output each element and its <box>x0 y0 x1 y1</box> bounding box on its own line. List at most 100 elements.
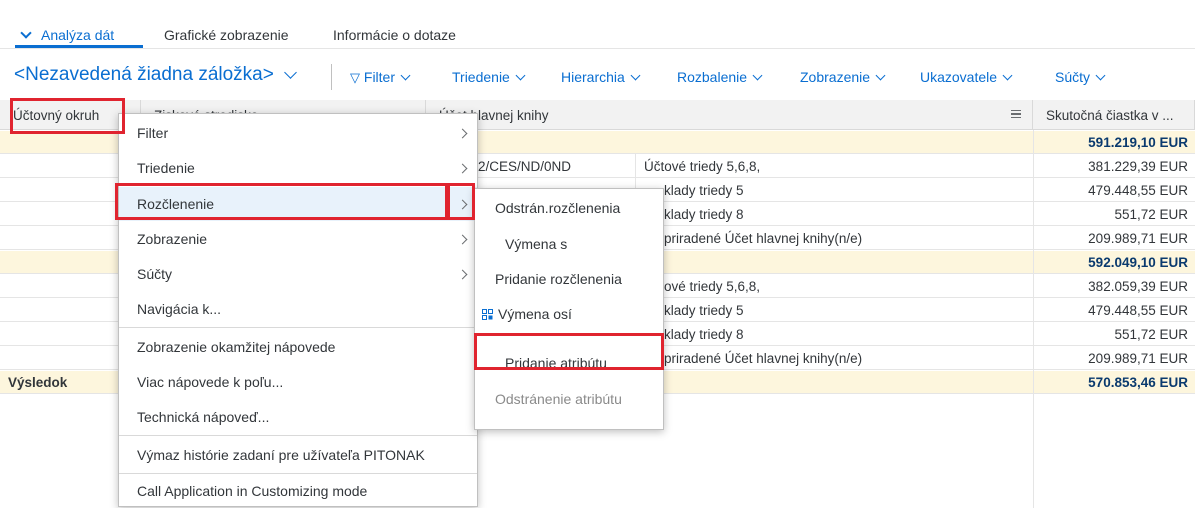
menu-item-label: Výmaz histórie zadaní pre užívateľa PITO… <box>137 447 425 463</box>
column-divider <box>1033 130 1034 508</box>
chevron-down-icon <box>630 70 641 81</box>
cell-gl-account: klady triedy 8 <box>664 327 744 342</box>
menu-item-label: Rozčlenenie <box>137 196 215 212</box>
display-menu-button[interactable]: Zobrazenie <box>800 69 886 85</box>
toolbar-separator <box>331 64 332 90</box>
menu-item-filter[interactable]: Filter <box>119 116 477 150</box>
cell-profit-center: 2/CES/ND/0ND <box>478 159 572 174</box>
swap-axes-icon <box>482 309 493 320</box>
chevron-down-icon <box>283 66 297 79</box>
menu-item-technical-help[interactable]: Technická nápoveď... <box>119 400 477 434</box>
drilldown-submenu: Odstrán.rozčlenenia Výmena s Pridanie ro… <box>474 188 664 430</box>
submenu-item-remove-drilldown[interactable]: Odstrán.rozčlenenia <box>475 191 663 225</box>
expand-label: Rozbalenie <box>677 69 748 85</box>
totals-label: Súčty <box>1055 69 1091 85</box>
menu-item-clear-history[interactable]: Výmaz histórie zadaní pre užívateľa PITO… <box>119 438 477 472</box>
sort-menu-button[interactable]: Triedenie <box>452 69 526 85</box>
cell-gl-account: Účtové triedy 5,6,8, <box>644 159 761 174</box>
cell-gl-account: klady triedy 5 <box>664 303 744 318</box>
tab-query-info[interactable]: Informácie o dotaze <box>333 27 456 43</box>
cell-amount: 479.448,55 EUR <box>1088 303 1188 318</box>
cell-gl-account: priradené Účet hlavnej knihy(n/e) <box>664 351 863 366</box>
chevron-down-icon <box>1095 70 1106 81</box>
tab-label: Grafické zobrazenie <box>164 27 289 43</box>
sort-icon[interactable] <box>1011 110 1021 118</box>
chevron-down-icon <box>1002 70 1013 81</box>
chevron-right-icon <box>457 269 468 280</box>
cell-amount: 551,72 EUR <box>1114 207 1188 222</box>
submenu-item-label: Pridanie atribútu <box>505 355 607 371</box>
menu-item-totals[interactable]: Súčty <box>119 257 477 291</box>
submenu-item-label: Odstrán.rozčlenenia <box>495 200 621 216</box>
filter-icon: ▽ <box>350 70 360 85</box>
menu-item-label: Zobrazenie okamžitej nápovede <box>137 339 336 355</box>
submenu-item-label: Pridanie rozčlenenia <box>495 271 622 287</box>
menu-item-label: Triedenie <box>137 160 195 176</box>
submenu-item-add-attribute[interactable]: Pridanie atribútu <box>475 346 663 380</box>
header-label: Skutočná čiastka v ... <box>1046 108 1174 123</box>
tab-divider <box>0 48 1195 49</box>
tab-graphical-view[interactable]: Grafické zobrazenie <box>164 27 289 43</box>
menu-item-sort[interactable]: Triedenie <box>119 151 477 185</box>
menu-item-drilldown[interactable]: Rozčlenenie <box>119 187 477 221</box>
cell-amount: 592.049,10 EUR <box>1088 255 1188 270</box>
chevron-right-icon <box>457 128 468 139</box>
menu-item-label: Zobrazenie <box>137 231 208 247</box>
totals-menu-button[interactable]: Súčty <box>1055 69 1106 85</box>
cell-amount: 209.989,71 EUR <box>1088 351 1188 366</box>
cell-result-label: Výsledok <box>8 375 68 390</box>
measures-label: Ukazovatele <box>920 69 998 85</box>
tab-label: Analýza dát <box>41 27 115 43</box>
chevron-right-icon <box>457 199 468 210</box>
menu-separator <box>119 435 477 436</box>
chevron-right-icon <box>457 234 468 245</box>
menu-item-label: Súčty <box>137 266 173 282</box>
submenu-item-label: Výmena s <box>505 236 568 252</box>
submenu-item-swap-with[interactable]: Výmena s <box>475 227 663 261</box>
tab-data-analysis[interactable]: Analýza dát <box>20 27 115 43</box>
submenu-item-label: Výmena osí <box>498 306 572 322</box>
menu-item-label: Navigácia k... <box>137 301 222 317</box>
toolbar: <Nezavedená žiadna záložka> ▽ Filter Tri… <box>0 60 1195 92</box>
bookmark-label: <Nezavedená žiadna záložka> <box>14 64 274 85</box>
menu-item-customizing-mode[interactable]: Call Application in Customizing mode <box>119 474 477 508</box>
cell-amount: 551,72 EUR <box>1114 327 1188 342</box>
menu-item-label: Call Application in Customizing mode <box>137 483 368 499</box>
menu-item-field-help[interactable]: Viac nápovede k poľu... <box>119 365 477 399</box>
cell-gl-account: ové triedy 5,6,8, <box>664 279 761 294</box>
display-label: Zobrazenie <box>800 69 871 85</box>
submenu-item-add-drilldown[interactable]: Pridanie rozčlenenia <box>475 262 663 296</box>
menu-separator <box>119 327 477 328</box>
sort-label: Triedenie <box>452 69 510 85</box>
filter-menu-button[interactable]: ▽ Filter <box>350 69 411 86</box>
cell-amount: 382.059,39 EUR <box>1088 279 1188 294</box>
submenu-item-swap-axes[interactable]: Výmena osí <box>475 297 663 331</box>
cell-amount: 479.448,55 EUR <box>1088 183 1188 198</box>
menu-item-label: Filter <box>137 125 169 141</box>
hierarchy-label: Hierarchia <box>561 69 625 85</box>
hierarchy-menu-button[interactable]: Hierarchia <box>561 69 641 85</box>
chevron-down-icon <box>20 27 32 39</box>
context-menu: Filter Triedenie Rozčlenenie Zobrazenie … <box>118 113 478 507</box>
menu-item-quick-help[interactable]: Zobrazenie okamžitej nápovede <box>119 330 477 364</box>
submenu-item-label: Odstránenie atribútu <box>495 391 622 407</box>
bookmark-select[interactable]: <Nezavedená žiadna záložka> <box>14 64 297 86</box>
menu-item-display[interactable]: Zobrazenie <box>119 222 477 256</box>
cell-gl-account: klady triedy 5 <box>664 183 744 198</box>
tab-label: Informácie o dotaze <box>333 27 456 43</box>
header-gl-account[interactable]: Účet hlavnej knihy <box>426 100 1033 130</box>
chevron-right-icon <box>457 163 468 174</box>
chevron-down-icon <box>400 70 411 81</box>
menu-item-navigate[interactable]: Navigácia k... <box>119 292 477 326</box>
cell-amount: 591.219,10 EUR <box>1088 135 1188 150</box>
cell-amount: 209.989,71 EUR <box>1088 231 1188 246</box>
measures-menu-button[interactable]: Ukazovatele <box>920 69 1013 85</box>
header-label: Účtovný okruh <box>13 108 100 123</box>
cell-gl-account: klady triedy 8 <box>664 207 744 222</box>
cell-amount: 570.853,46 EUR <box>1088 375 1188 390</box>
chevron-down-icon <box>752 70 763 81</box>
submenu-item-remove-attribute: Odstránenie atribútu <box>475 382 663 416</box>
header-actual-amount[interactable]: Skutočná čiastka v ... <box>1033 100 1195 130</box>
expand-menu-button[interactable]: Rozbalenie <box>677 69 763 85</box>
chevron-down-icon <box>515 70 526 81</box>
